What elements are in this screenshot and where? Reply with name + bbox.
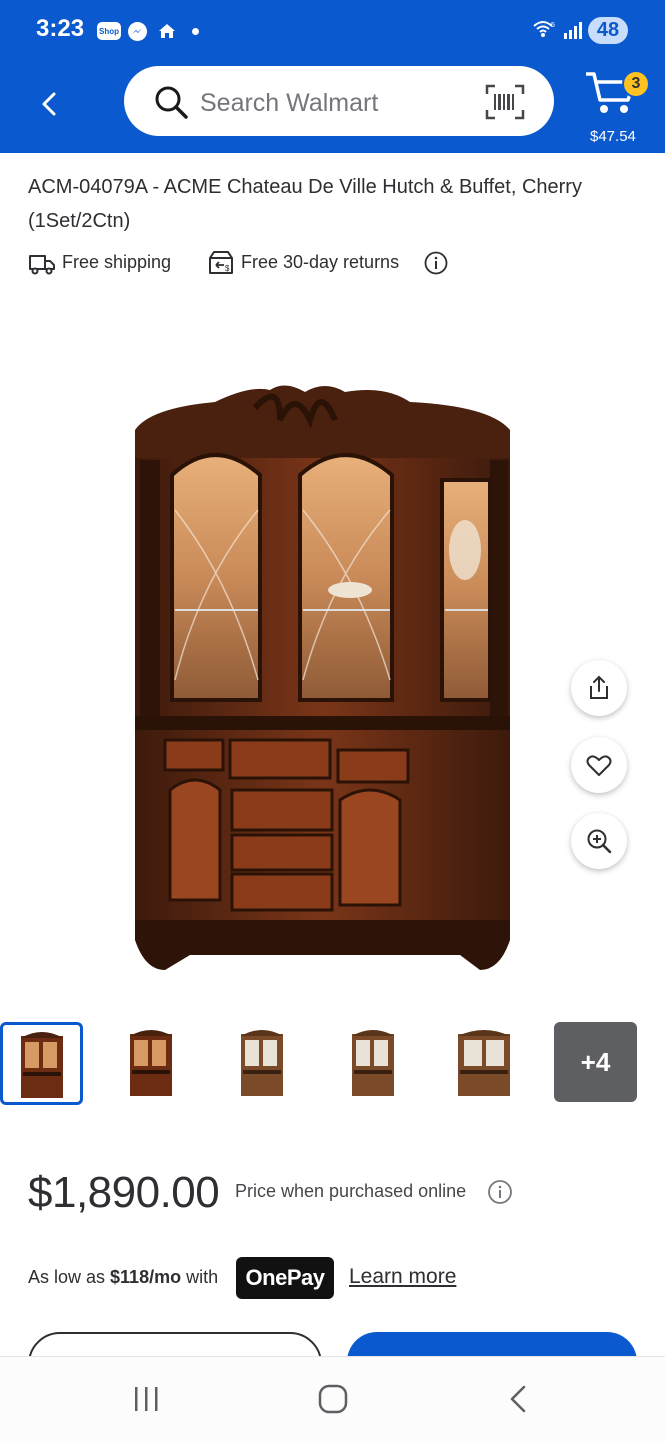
system-back-button[interactable] (497, 1377, 541, 1421)
financing-row: As low as $118/mo with OnePay Learn more (28, 1256, 648, 1300)
truck-icon (29, 255, 55, 275)
messenger-icon (128, 22, 147, 41)
shop-icon: Shop (97, 22, 121, 40)
free-shipping-label: Free shipping (62, 252, 172, 272)
search-icon (155, 86, 188, 119)
thumbnail-2[interactable] (111, 1022, 191, 1102)
learn-more-link[interactable]: Learn more (349, 1265, 456, 1289)
dot-icon (192, 28, 199, 35)
financing-suffix: with (181, 1267, 219, 1287)
onepay-logo: OnePay (236, 1257, 334, 1299)
app-header: Search Walmart 3 $47.54 (0, 62, 665, 153)
product-hutch-image[interactable] (120, 380, 520, 980)
thumbnail-image (352, 1030, 394, 1096)
signal-icon (563, 21, 583, 39)
returns-icon: $ (209, 251, 233, 274)
cart-button[interactable]: 3 $47.54 (584, 68, 654, 148)
back-arrow-icon (510, 1385, 526, 1413)
financing-amount: $118/mo (110, 1267, 182, 1287)
recent-apps-button[interactable] (125, 1377, 169, 1421)
info-icon[interactable] (424, 251, 448, 275)
image-thumbnails: +4 (0, 1022, 665, 1106)
wifi-icon: 5 (532, 19, 556, 39)
thumbnail-5[interactable] (444, 1022, 524, 1102)
cart-total: $47.54 (590, 128, 636, 145)
thumbnail-3[interactable] (222, 1022, 302, 1102)
financing-prefix: As low as (28, 1267, 111, 1287)
thumbnail-image (458, 1030, 510, 1096)
thumbnail-1[interactable] (0, 1022, 83, 1105)
zoom-in-icon (587, 829, 612, 854)
product-price: $1,890.00 (28, 1168, 220, 1217)
product-title: ACM-04079A - ACME Chateau De Ville Hutch… (28, 176, 582, 232)
svg-text:$: $ (225, 264, 230, 273)
home-circle-icon (318, 1384, 348, 1414)
home-button[interactable] (311, 1377, 355, 1421)
system-nav-bar (0, 1356, 665, 1441)
recent-apps-icon (135, 1387, 158, 1411)
free-returns-label: Free 30-day returns (241, 252, 400, 272)
svg-text:5: 5 (551, 22, 555, 29)
heart-icon (586, 755, 612, 776)
home-icon (158, 22, 176, 40)
fulfillment-badges: Free shipping $ Free 30-day returns (28, 248, 648, 280)
zoom-button[interactable] (571, 813, 627, 869)
chevron-left-icon (42, 92, 56, 116)
price-info-icon[interactable] (487, 1179, 513, 1205)
thumbnail-image (130, 1030, 172, 1096)
share-button[interactable] (571, 660, 627, 716)
search-bar[interactable]: Search Walmart (124, 66, 554, 136)
favorite-button[interactable] (571, 737, 627, 793)
thumbnail-image (20, 1031, 63, 1098)
search-input[interactable]: Search Walmart (200, 89, 378, 118)
share-icon (590, 675, 608, 699)
cart-count-badge: 3 (622, 70, 650, 98)
status-bar: 3:23 Shop 5 48 (0, 0, 665, 62)
thumbnail-4[interactable] (333, 1022, 413, 1102)
price-note: Price when purchased online (235, 1181, 467, 1201)
thumbnail-image (241, 1030, 283, 1096)
financing-text: As low as $118/mo with (28, 1267, 218, 1288)
back-button[interactable] (30, 84, 70, 124)
status-time: 3:23 (36, 15, 85, 42)
barcode-scan-icon[interactable] (485, 84, 525, 120)
product-image-area (0, 300, 665, 1000)
more-images-button[interactable]: +4 (554, 1022, 637, 1102)
battery-icon: 48 (588, 17, 628, 44)
